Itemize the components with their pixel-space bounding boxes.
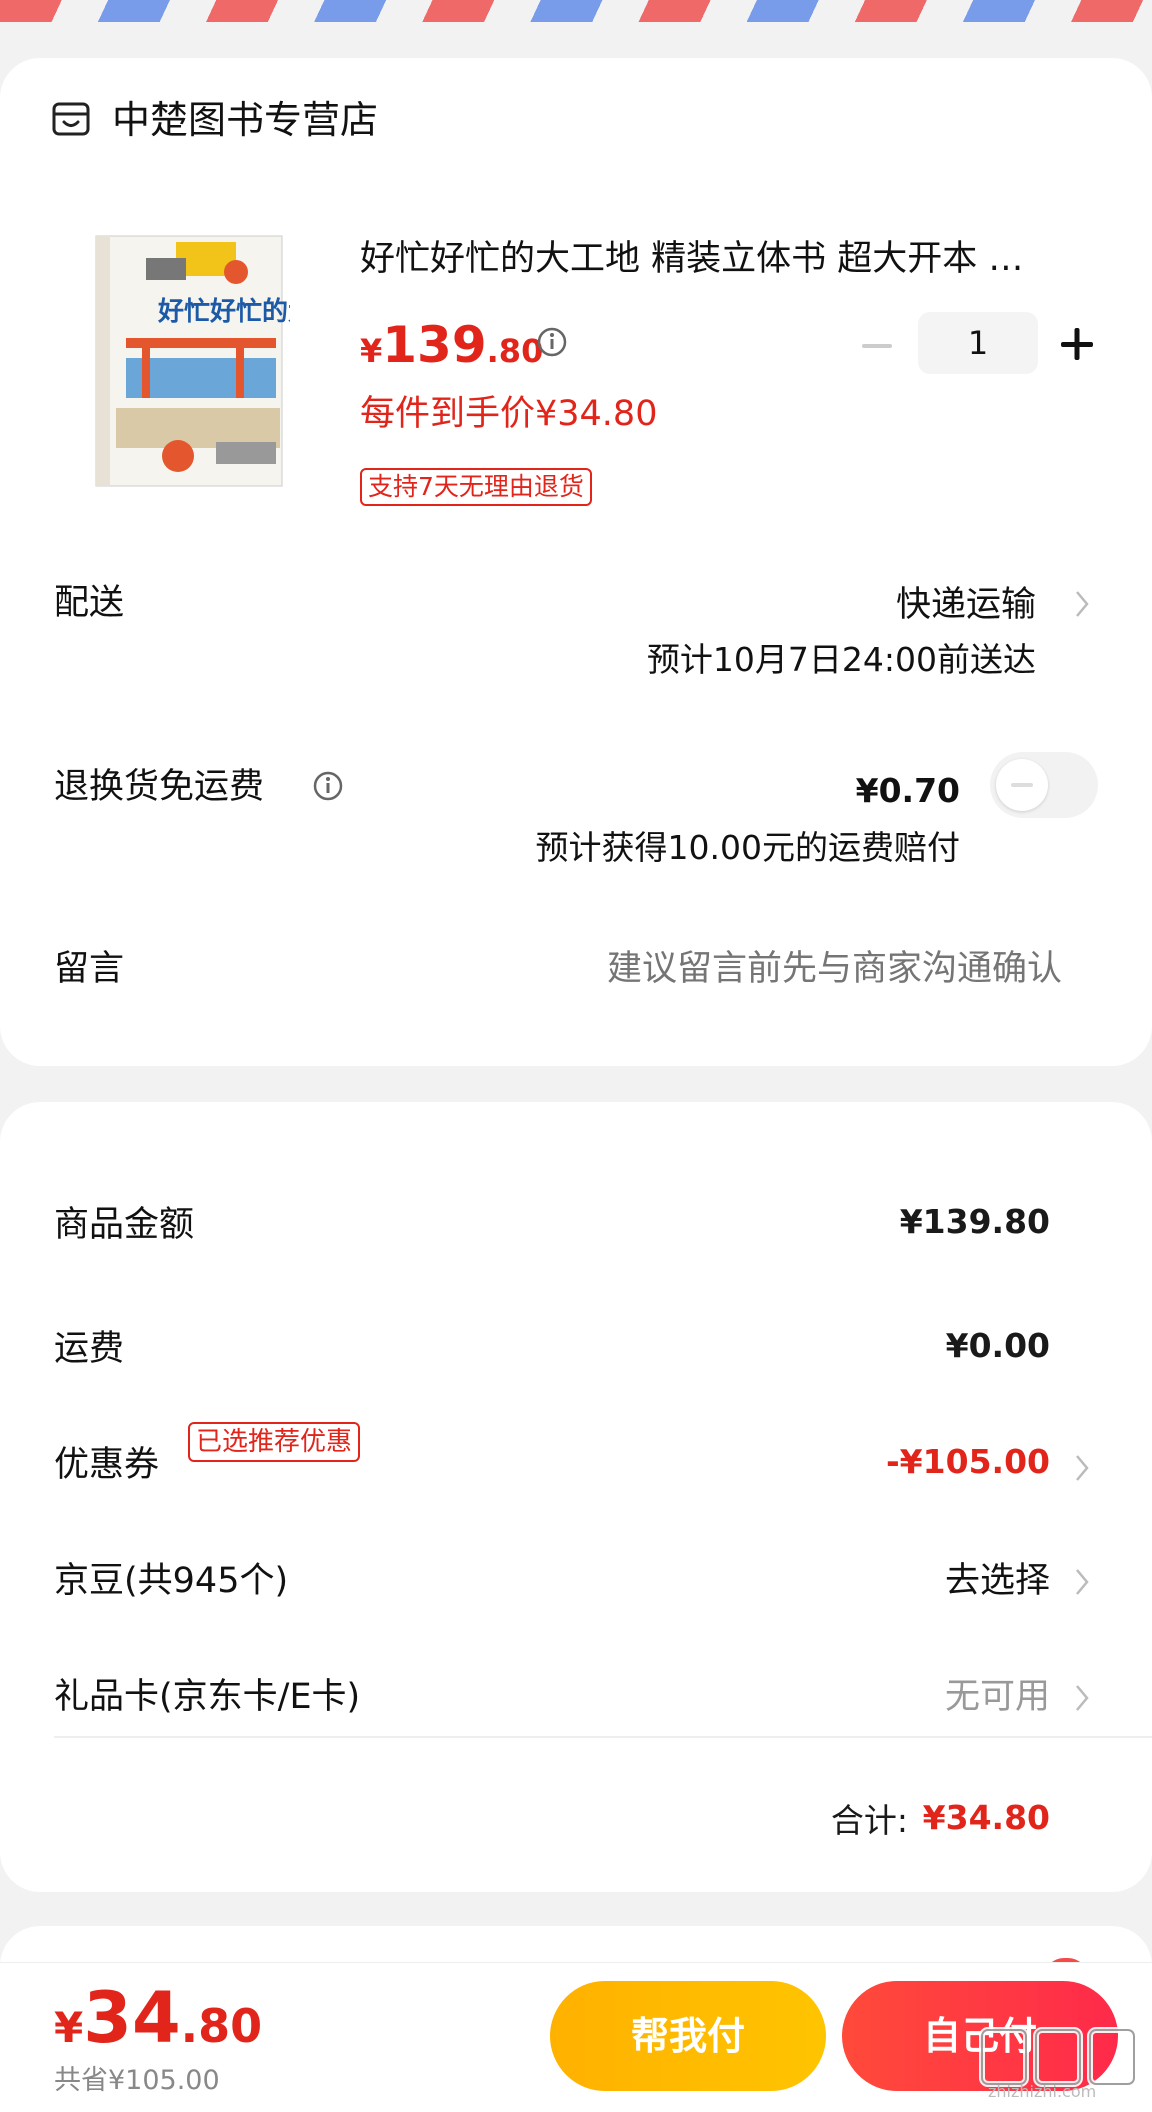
delivery-method[interactable]: 快递运输 xyxy=(896,582,1036,628)
help-pay-button[interactable]: 帮我付 xyxy=(550,1981,826,2091)
price-currency: ¥ xyxy=(360,332,383,370)
price-decimal: .80 xyxy=(486,332,544,370)
price-integer: 139 xyxy=(382,316,487,374)
toggle-knob xyxy=(996,759,1048,811)
shipping-label: 运费 xyxy=(54,1329,125,1369)
quantity-field[interactable]: 1 xyxy=(918,312,1038,374)
info-icon[interactable] xyxy=(312,770,344,802)
note-label: 留言 xyxy=(54,949,125,989)
return-shipping-price: ¥0.70 xyxy=(855,771,960,810)
coupon-tag: 已选推荐优惠 xyxy=(188,1422,361,1462)
chevron-right-icon[interactable] xyxy=(1072,586,1092,622)
goods-amount-value: ¥139.80 xyxy=(899,1202,1050,1241)
per-item-price: 每件到手价¥34.80 xyxy=(360,394,658,434)
chevron-right-icon[interactable] xyxy=(1072,1564,1092,1600)
pay-integer: 34 xyxy=(83,1977,181,2059)
product-thumbnail[interactable]: 好忙好忙的大工地 xyxy=(86,228,290,494)
pay-decimal: .80 xyxy=(180,1999,263,2053)
gift-card-label: 礼品卡(京东卡/E卡) xyxy=(54,1677,361,1717)
watermark-text: zhizhizhi.com xyxy=(988,2082,1097,2101)
chevron-right-icon[interactable] xyxy=(1072,1680,1092,1716)
goods-amount-label: 商品金额 xyxy=(54,1205,195,1245)
info-icon[interactable] xyxy=(536,326,568,358)
store-name[interactable]: 中楚图书专营店 xyxy=(112,96,378,144)
note-input[interactable] xyxy=(502,946,1062,992)
total-value: ¥34.80 xyxy=(922,1798,1050,1837)
total-label: 合计: xyxy=(830,1801,908,1840)
coupon-value[interactable]: -¥105.00 xyxy=(886,1442,1050,1481)
return-shipping-label: 退换货免运费 xyxy=(54,767,265,807)
compensation-note: 预计获得10.00元的运费赔付 xyxy=(535,828,960,867)
airmail-border xyxy=(0,0,1152,22)
coupon-label: 优惠券 xyxy=(54,1445,160,1485)
return-shipping-toggle[interactable] xyxy=(990,752,1098,818)
chevron-right-icon[interactable] xyxy=(1072,1450,1092,1486)
product-price: ¥139.80 xyxy=(360,316,543,374)
saved-amount: 共省¥105.00 xyxy=(54,2065,220,2096)
divider xyxy=(54,1736,1152,1738)
delivery-label: 配送 xyxy=(54,583,125,623)
pay-currency: ¥ xyxy=(54,2003,84,2052)
decrease-quantity-button[interactable] xyxy=(860,326,894,366)
gift-card-value[interactable]: 无可用 xyxy=(945,1674,1050,1720)
return-policy-tag: 支持7天无理由退货 xyxy=(360,468,592,506)
delivery-eta: 预计10月7日24:00前送达 xyxy=(646,640,1036,679)
price-summary-card: 商品金额 ¥139.80 运费 ¥0.00 优惠券 已选推荐优惠 -¥105.0… xyxy=(0,1102,1152,1892)
jd-beans-label: 京豆(共945个) xyxy=(54,1561,289,1601)
payable-price: ¥34.80 xyxy=(54,1977,262,2059)
store-icon xyxy=(52,102,90,136)
increase-quantity-button[interactable] xyxy=(1058,320,1096,368)
product-title[interactable]: 好忙好忙的大工地 精装立体书 超大开本 … xyxy=(360,236,1100,282)
cover-title: 好忙好忙的大工地 xyxy=(157,296,290,327)
order-card: 中楚图书专营店 好忙好忙的大工地 好忙好忙的大工地 精装立体书 超大开本 … ¥… xyxy=(0,58,1152,1066)
shipping-value: ¥0.00 xyxy=(945,1326,1050,1365)
jd-beans-value[interactable]: 去选择 xyxy=(945,1558,1050,1604)
